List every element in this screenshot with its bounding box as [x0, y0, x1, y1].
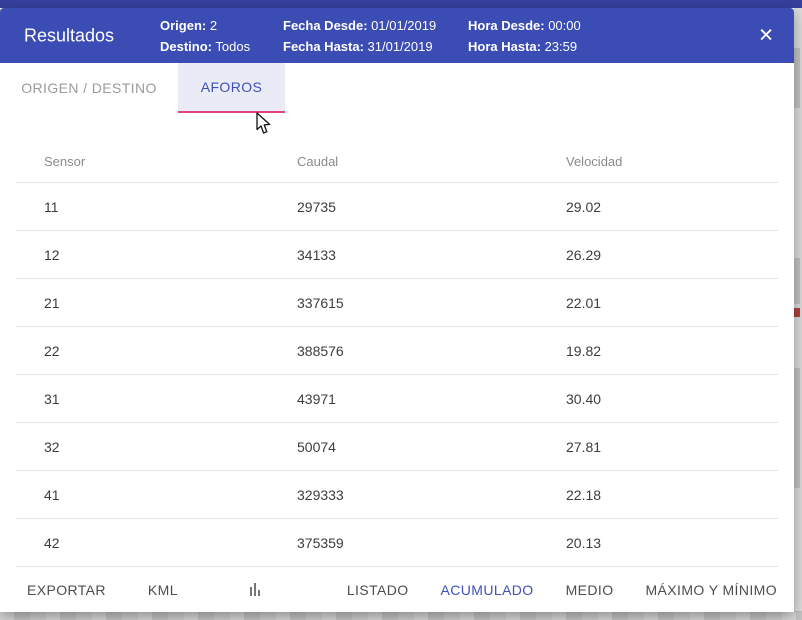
table-cell: 22 [16, 343, 277, 359]
filter-label: Hora Hasta: [468, 39, 541, 54]
button-acumulado[interactable]: ACUMULADO [441, 582, 534, 598]
table-cell: 42 [16, 535, 277, 551]
filter-value: 23:59 [541, 39, 577, 54]
table-cell: 11 [16, 199, 277, 215]
table-header-row: SensorCaudalVelocidad [16, 141, 778, 183]
dialog-header: Resultados Origen: 2Destino: TodosFecha … [0, 8, 794, 63]
table-cell: 30.40 [546, 391, 778, 407]
header-filters: Origen: 2Destino: TodosFecha Desde: 01/0… [0, 8, 794, 63]
table-cell: 29.02 [546, 199, 778, 215]
footer-left-group: EXPORTAR KML [0, 582, 178, 598]
filter-group: Hora Desde: 00:00Hora Hasta: 23:59 [468, 15, 581, 57]
background-red-fleck [794, 308, 800, 317]
mouse-cursor [255, 112, 273, 136]
table-cell: 31 [16, 391, 277, 407]
table-row: 325007427.81 [16, 423, 778, 471]
close-icon[interactable]: ✕ [750, 22, 782, 49]
filter-label: Fecha Hasta: [283, 39, 364, 54]
table-cell: 19.82 [546, 343, 778, 359]
table-cell: 34133 [277, 247, 546, 263]
table-cell: 27.81 [546, 439, 778, 455]
tab-aforos[interactable]: AFOROS [178, 63, 285, 113]
table-cell: 21 [16, 295, 277, 311]
table-cell: 22.18 [546, 487, 778, 503]
filter-value: 31/01/2019 [364, 39, 433, 54]
tab-origen-destino[interactable]: ORIGEN / DESTINO [0, 63, 178, 113]
table-cell: 41 [16, 487, 277, 503]
table-cell: 388576 [277, 343, 546, 359]
filter-row: Destino: Todos [160, 36, 250, 57]
results-dialog: Resultados Origen: 2Destino: TodosFecha … [0, 8, 794, 612]
table-row: 123413326.29 [16, 231, 778, 279]
filter-label: Origen: [160, 18, 206, 33]
button-kml[interactable]: KML [148, 582, 178, 598]
background-smudge [794, 48, 800, 108]
bar-chart-icon[interactable] [250, 583, 260, 596]
background-smudge [794, 258, 800, 304]
table-row: 2238857619.82 [16, 327, 778, 375]
table-row: 2133761522.01 [16, 279, 778, 327]
column-header-sensor: Sensor [16, 154, 277, 169]
button-exportar[interactable]: EXPORTAR [27, 582, 106, 598]
table-cell: 26.29 [546, 247, 778, 263]
filter-value: 00:00 [545, 18, 581, 33]
background-navbar-strip [0, 0, 802, 8]
button-listado[interactable]: LISTADO [347, 582, 409, 598]
button-maximo-y-minimo[interactable]: MÁXIMO Y MÍNIMO [646, 582, 778, 598]
table-cell: 12 [16, 247, 277, 263]
table-row: 314397130.40 [16, 375, 778, 423]
filter-row: Origen: 2 [160, 15, 250, 36]
table-cell: 43971 [277, 391, 546, 407]
table-cell: 337615 [277, 295, 546, 311]
button-medio[interactable]: MEDIO [566, 582, 614, 598]
filter-group: Fecha Desde: 01/01/2019Fecha Hasta: 31/0… [283, 15, 436, 57]
background-bottom-strip [0, 611, 802, 620]
table-cell: 375359 [277, 535, 546, 551]
filter-value: 2 [206, 18, 217, 33]
background-smudge [794, 368, 800, 488]
filter-row: Fecha Desde: 01/01/2019 [283, 15, 436, 36]
table-cell: 29735 [277, 199, 546, 215]
table-body: 112973529.02123413326.292133761522.01223… [16, 183, 778, 567]
filter-row: Fecha Hasta: 31/01/2019 [283, 36, 436, 57]
table-cell: 20.13 [546, 535, 778, 551]
filter-row: Hora Desde: 00:00 [468, 15, 581, 36]
filter-value: Todos [212, 39, 250, 54]
results-table: SensorCaudalVelocidad 112973529.02123413… [16, 141, 778, 567]
column-header-velocidad: Velocidad [546, 154, 778, 169]
filter-label: Hora Desde: [468, 18, 545, 33]
tab-bar: ORIGEN / DESTINOAFOROS [0, 63, 794, 113]
table-row: 112973529.02 [16, 183, 778, 231]
table-cell: 50074 [277, 439, 546, 455]
table-row: 4237535920.13 [16, 519, 778, 567]
column-header-caudal: Caudal [277, 154, 546, 169]
filter-label: Destino: [160, 39, 212, 54]
table-row: 4132933322.18 [16, 471, 778, 519]
filter-label: Fecha Desde: [283, 18, 368, 33]
dialog-actions: EXPORTAR KML LISTADO ACUMULADO MEDIO MÁXIMO … [0, 567, 794, 612]
background-right-strip [794, 8, 802, 612]
footer-right-group: LISTADO ACUMULADO MEDIO MÁXIMO Y MÍNIMO [347, 582, 777, 598]
filter-value: 01/01/2019 [368, 18, 437, 33]
table-cell: 32 [16, 439, 277, 455]
filter-group: Origen: 2Destino: Todos [160, 15, 250, 57]
table-cell: 22.01 [546, 295, 778, 311]
filter-row: Hora Hasta: 23:59 [468, 36, 581, 57]
table-cell: 329333 [277, 487, 546, 503]
